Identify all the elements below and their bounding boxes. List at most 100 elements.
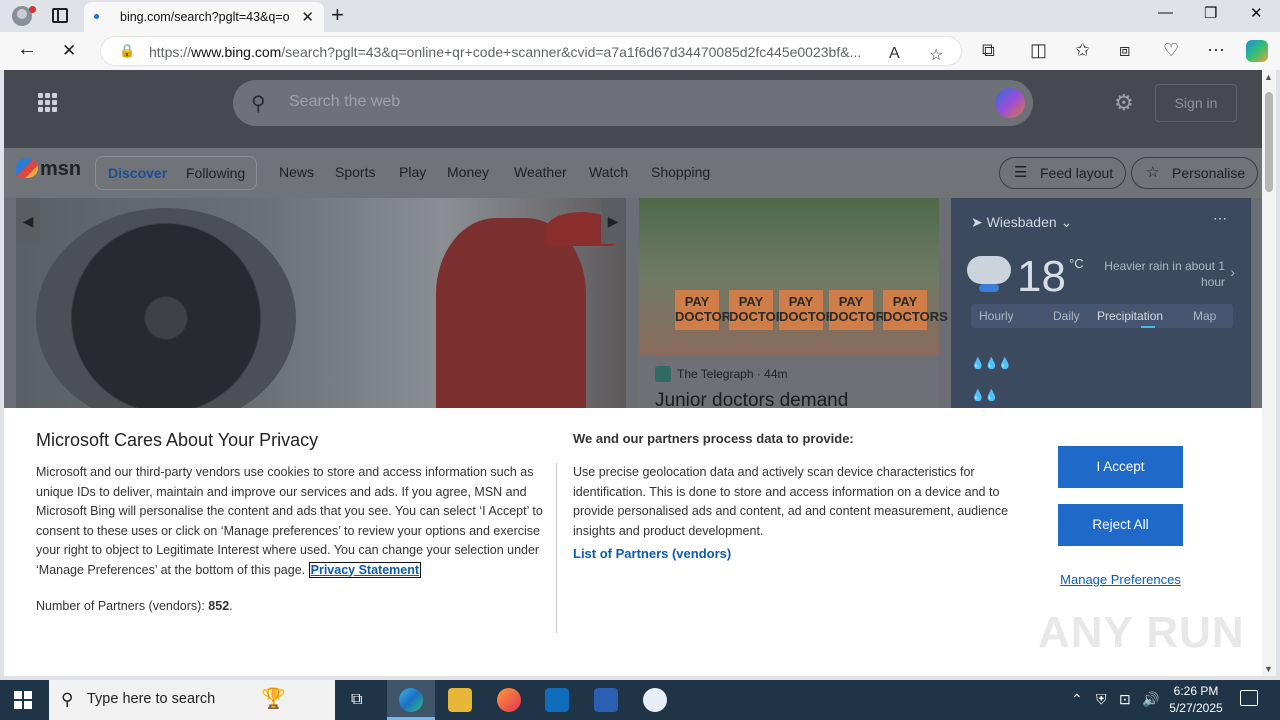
carousel-next-icon[interactable]: ▶ [601,198,625,244]
privacy-consent-banner: Microsoft Cares About Your Privacy Micro… [4,408,1262,676]
news-source: The Telegraph · 44m [655,366,788,382]
page-scrollbar[interactable]: ▲ ▼ [1262,70,1276,676]
msn-logo[interactable]: msn [16,158,81,181]
tab-following[interactable]: Following [186,165,245,181]
temperature-unit[interactable]: °C [1069,256,1084,271]
browser-tab[interactable]: bing.com/search?pglt=43&q=or ✕ [84,2,324,32]
back-icon[interactable]: ← [17,38,37,61]
scroll-thumb[interactable] [1265,92,1273,192]
hero-image-fan [36,208,296,428]
taskbar-search-box[interactable]: ⚲ Type here to search 🏆 [49,680,335,720]
notifications-icon[interactable] [1240,690,1258,706]
favorites-icon[interactable]: ✩ [1075,40,1090,61]
split-screen-icon[interactable]: ◫ [1030,40,1047,61]
address-bar[interactable]: 🔒 https://www.bing.com/search?pglt=43&q=… [100,36,962,66]
stop-loading-icon[interactable]: ✕ [62,41,76,61]
star-edit-icon: ☆ [1146,164,1160,181]
news-image: PAY DOCTORS PAY DOCTORS PAY DOCTORS PAY … [639,198,948,355]
close-tab-icon[interactable]: ✕ [301,8,314,26]
restore-icon[interactable]: ❐ [1204,4,1217,22]
sign-in-button[interactable]: Sign in [1155,84,1237,122]
reject-all-button[interactable]: Reject All [1058,504,1183,546]
weather-tab-map[interactable]: Map [1193,309,1216,323]
network-icon[interactable]: ⊡ [1119,691,1131,708]
url-text[interactable]: https://www.bing.com/search?pglt=43&q=on… [149,44,875,60]
chevron-right-icon[interactable]: › [1230,264,1235,280]
edge-icon[interactable] [399,688,423,712]
volume-icon[interactable]: 🔊 [1142,691,1159,708]
settings-gear-icon[interactable]: ⚙ [1114,90,1134,116]
app-icon[interactable] [643,688,667,712]
weather-location[interactable]: ➤ Wiesbaden ⌄ [971,214,1072,231]
nav-play[interactable]: Play [399,164,426,180]
weather-note: Heavier rain in about 1 hour [1104,259,1225,289]
carousel-prev-icon[interactable]: ◀ [16,198,40,244]
firefox-icon[interactable] [497,688,521,712]
manage-preferences-link[interactable]: Manage Preferences [1058,572,1183,587]
weather-tab-daily[interactable]: Daily [1053,309,1080,323]
security-icon[interactable]: ⛨ [1096,691,1107,708]
selected-tab-indicator [1141,326,1155,328]
lock-icon[interactable]: 🔒 [119,43,135,59]
read-aloud-icon[interactable]: A [889,45,900,63]
scroll-up-icon[interactable]: ▲ [1264,72,1273,82]
protest-sign: PAY DOCTORS [675,290,740,330]
tab-title: bing.com/search?pglt=43&q=or [120,10,290,24]
feed-layout-button[interactable]: ☰ Feed layout [999,157,1127,189]
protest-sign: PAY DOCTORS [779,290,844,330]
weather-tab-precipitation[interactable]: Precipitation [1097,309,1163,323]
copilot-icon[interactable] [1246,40,1268,62]
search-icon: ⚲ [61,690,74,709]
scroll-down-icon[interactable]: ▼ [1264,664,1273,674]
new-tab-icon[interactable]: + [331,2,344,28]
hero-carousel[interactable] [16,198,626,428]
msn-butterfly-icon [16,158,38,178]
minimize-icon[interactable]: — [1158,4,1173,21]
accept-button[interactable]: I Accept [1058,446,1183,488]
nav-weather[interactable]: Weather [514,164,567,180]
tab-actions-icon[interactable] [52,8,68,23]
file-explorer-icon[interactable] [448,688,472,712]
weather-card[interactable]: ➤ Wiesbaden ⌄ ⋯ 18 °C Heavier rain in ab… [951,198,1251,408]
more-options-icon[interactable]: ⋯ [1213,210,1227,227]
close-window-icon[interactable]: ✕ [1250,4,1263,22]
search-highlight-icon: 🏆 [261,688,286,710]
extensions-icon[interactable]: ⧉ [982,40,995,61]
nav-news[interactable]: News [279,164,314,180]
bing-header: ⚲ Search the web ⚙ Sign in [4,70,1262,148]
word-icon[interactable] [594,688,618,712]
more-menu-icon[interactable]: ⋯ [1207,40,1225,61]
outlook-icon[interactable] [545,688,569,712]
nav-sports[interactable]: Sports [335,164,375,180]
protest-sign: PAY DOCTORS [729,290,794,330]
precipitation-drops-icon: 💧💧💧 💧💧 [971,358,1013,402]
chevron-down-icon: ⌄ [1060,214,1073,230]
privacy-statement-link[interactable]: Privacy Statement [308,561,422,578]
taskbar-clock[interactable]: 6:26 PM 5/27/2025 [1168,683,1224,717]
copilot-search-icon[interactable] [995,88,1025,118]
nav-shopping[interactable]: Shopping [651,164,710,180]
protest-sign: PAY DOCTORS [883,290,948,330]
weather-tab-hourly[interactable]: Hourly [979,309,1014,323]
windows-start-icon[interactable] [14,691,32,709]
feed-toggle: Discover Following [95,156,257,190]
search-icon: ⚲ [251,93,266,115]
performance-icon[interactable]: ♡ [1163,40,1179,61]
personalise-button[interactable]: ☆ Personalise [1131,157,1259,189]
partners-count: Number of Partners (vendors): 852. [36,599,233,613]
collections-icon[interactable]: ⧈ [1119,40,1130,61]
task-view-icon[interactable]: ⧉ [351,691,362,709]
favorite-star-icon[interactable]: ☆ [929,45,943,65]
nav-money[interactable]: Money [447,164,489,180]
nav-watch[interactable]: Watch [589,164,628,180]
consent-title: Microsoft Cares About Your Privacy [36,430,319,450]
apps-grid-icon[interactable] [38,93,58,113]
search-placeholder[interactable]: Search the web [289,93,400,111]
consent-divider [556,463,557,633]
tray-chevron-icon[interactable]: ⌃ [1071,691,1083,708]
telegraph-logo-icon [655,366,671,382]
news-card[interactable]: PAY DOCTORS PAY DOCTORS PAY DOCTORS PAY … [639,198,948,411]
web-search-box[interactable]: ⚲ Search the web [233,80,1033,126]
tab-discover[interactable]: Discover [108,165,167,181]
partners-list-link[interactable]: List of Partners (vendors) [573,546,731,561]
